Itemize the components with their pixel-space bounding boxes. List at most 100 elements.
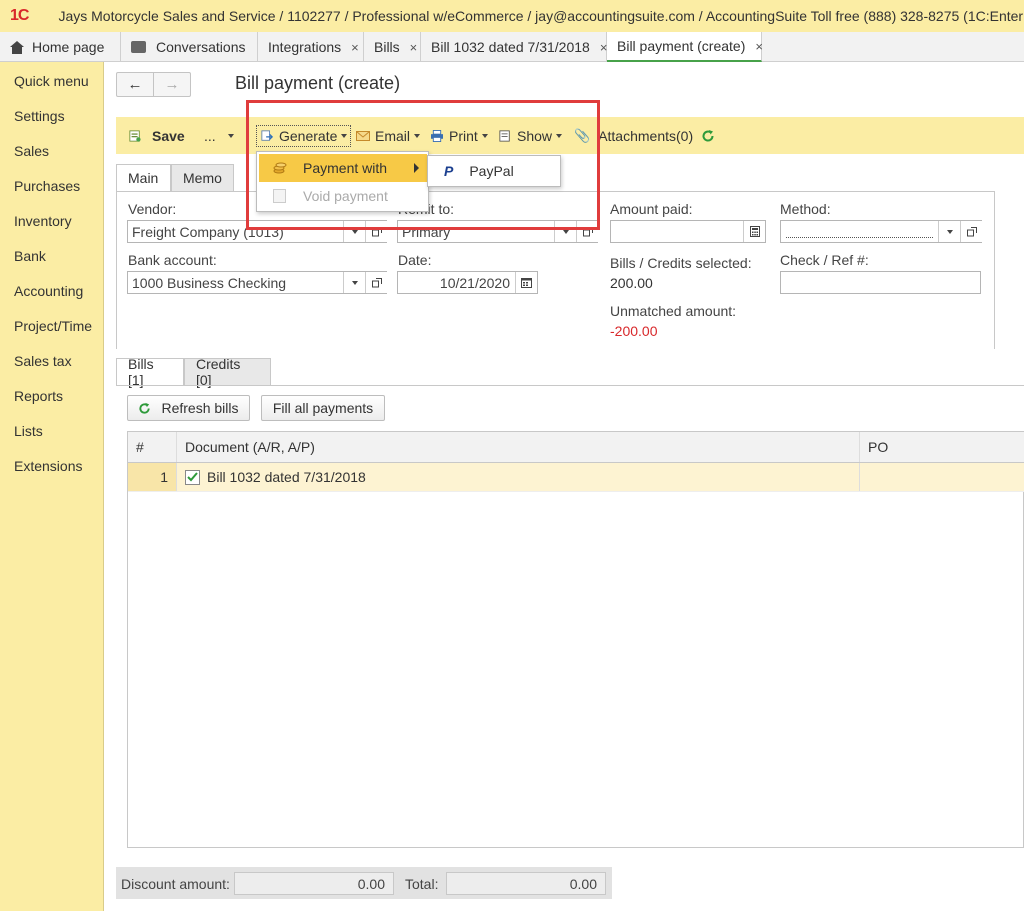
refresh-icon bbox=[702, 129, 714, 142]
open-record-icon[interactable] bbox=[960, 221, 982, 242]
column-header-document[interactable]: Document (A/R, A/P) bbox=[177, 432, 860, 462]
tab-main[interactable]: Main bbox=[116, 164, 171, 191]
tab-bills-list[interactable]: Bills [1] bbox=[116, 356, 184, 388]
print-button[interactable]: Print bbox=[430, 117, 488, 154]
sidebar-item-sales[interactable]: Sales bbox=[0, 134, 103, 169]
unmatched-amount-value: -200.00 bbox=[610, 323, 658, 339]
bank-account-field[interactable]: 1000 Business Checking bbox=[127, 271, 387, 294]
row-document: Bill 1032 dated 7/31/2018 bbox=[207, 469, 366, 485]
sidebar-item-inventory[interactable]: Inventory bbox=[0, 204, 103, 239]
close-tab-icon[interactable]: × bbox=[410, 40, 418, 55]
column-header-number[interactable]: # bbox=[128, 432, 177, 462]
tab-bills[interactable]: Bills × bbox=[364, 32, 421, 62]
tab-bill-payment[interactable]: Bill payment (create) × bbox=[607, 32, 763, 62]
check-ref-field[interactable] bbox=[780, 271, 981, 294]
vendor-field[interactable]: Freight Company (1013) bbox=[127, 220, 387, 243]
row-number: 1 bbox=[128, 463, 177, 491]
calendar-icon[interactable] bbox=[515, 272, 537, 293]
forward-arrow-icon[interactable]: → bbox=[153, 73, 190, 96]
tab-home-page[interactable]: Home page bbox=[0, 32, 121, 62]
home-icon bbox=[10, 40, 24, 54]
total-field: 0.00 bbox=[446, 872, 606, 895]
save-icon bbox=[129, 129, 141, 142]
chevron-down-icon[interactable] bbox=[938, 221, 960, 242]
chevron-down-icon[interactable] bbox=[554, 221, 576, 242]
fill-all-payments-button[interactable]: Fill all payments bbox=[261, 395, 385, 421]
menu-item-void-payment[interactable]: Void payment bbox=[259, 182, 427, 210]
open-tabs-bar: Home page Conversations Integrations × B… bbox=[0, 32, 1024, 62]
sidebar-item-project-time[interactable]: Project/Time bbox=[0, 309, 103, 344]
method-value bbox=[786, 237, 933, 238]
method-field[interactable] bbox=[780, 220, 982, 243]
generate-icon bbox=[261, 130, 274, 141]
amount-paid-field[interactable] bbox=[610, 220, 766, 243]
paperclip-icon: 📎 bbox=[574, 127, 591, 143]
paypal-icon: P bbox=[444, 163, 454, 179]
email-label: Email bbox=[375, 127, 411, 144]
method-label: Method: bbox=[780, 201, 831, 217]
calculator-icon[interactable] bbox=[743, 221, 765, 242]
open-record-icon[interactable] bbox=[365, 221, 387, 242]
menu-item-payment-with[interactable]: Payment with bbox=[259, 154, 427, 182]
chevron-down-icon bbox=[481, 133, 488, 138]
close-tab-icon[interactable]: × bbox=[351, 40, 359, 55]
chevron-down-icon bbox=[556, 133, 563, 138]
tab-label: Bill payment (create) bbox=[617, 38, 746, 54]
sidebar-item-accounting[interactable]: Accounting bbox=[0, 274, 103, 309]
row-checkbox[interactable] bbox=[185, 469, 200, 485]
sidebar-item-sales-tax[interactable]: Sales tax bbox=[0, 344, 103, 379]
save-label: Save bbox=[152, 127, 185, 144]
email-button[interactable]: Email bbox=[356, 117, 421, 154]
tab-memo[interactable]: Memo bbox=[171, 164, 234, 191]
history-navigation: ← → bbox=[116, 72, 191, 97]
sidebar-item-reports[interactable]: Reports bbox=[0, 379, 103, 414]
close-tab-icon[interactable]: × bbox=[755, 39, 763, 54]
app-logo[interactable]: 1С bbox=[10, 7, 29, 25]
sidebar: Quick menu Settings Sales Purchases Inve… bbox=[0, 62, 104, 911]
tab-label: Bills bbox=[374, 39, 400, 55]
coins-icon bbox=[273, 161, 287, 174]
menu-item-paypal[interactable]: PayPal bbox=[469, 163, 513, 179]
more-actions-button[interactable]: ... bbox=[204, 117, 234, 154]
back-arrow-icon[interactable]: ← bbox=[117, 73, 153, 96]
sidebar-item-quick-menu[interactable]: Quick menu bbox=[0, 64, 103, 99]
refresh-bills-label: Refresh bills bbox=[161, 400, 239, 416]
bank-account-value: 1000 Business Checking bbox=[132, 274, 287, 291]
chevron-down-icon[interactable] bbox=[343, 272, 365, 293]
sidebar-item-lists[interactable]: Lists bbox=[0, 414, 103, 449]
generate-button[interactable]: Generate bbox=[256, 125, 352, 147]
tab-integrations[interactable]: Integrations × bbox=[258, 32, 364, 62]
chevron-down-icon bbox=[414, 133, 421, 138]
payment-with-label: Payment with bbox=[303, 160, 388, 176]
unmatched-amount-label: Unmatched amount: bbox=[610, 303, 737, 319]
refresh-bills-button[interactable]: Refresh bills bbox=[127, 395, 250, 421]
page-title: Bill payment (create) bbox=[235, 73, 401, 93]
main-panel bbox=[116, 191, 995, 349]
chevron-down-icon[interactable] bbox=[343, 221, 365, 242]
command-bar: Save ... Generate Email Print Show 📎 Att… bbox=[116, 117, 1024, 154]
sidebar-item-extensions[interactable]: Extensions bbox=[0, 449, 103, 484]
table-header: # Document (A/R, A/P) PO bbox=[128, 432, 1024, 463]
void-document-icon bbox=[273, 189, 286, 203]
table-row[interactable]: 1 Bill 1032 dated 7/31/2018 bbox=[128, 463, 1024, 492]
tab-conversations[interactable]: Conversations bbox=[121, 32, 258, 62]
show-button[interactable]: Show bbox=[498, 117, 563, 154]
sidebar-item-bank[interactable]: Bank bbox=[0, 239, 103, 274]
refresh-button[interactable] bbox=[701, 117, 715, 154]
date-field[interactable]: 10/21/2020 bbox=[397, 271, 538, 294]
open-record-icon[interactable] bbox=[576, 221, 598, 242]
discount-amount-label: Discount amount: bbox=[121, 876, 230, 892]
save-button[interactable]: Save bbox=[128, 117, 185, 154]
tab-bill-1032[interactable]: Bill 1032 dated 7/31/2018 × bbox=[421, 32, 607, 62]
column-header-po[interactable]: PO bbox=[860, 432, 1024, 462]
chevron-down-icon bbox=[227, 133, 234, 138]
open-record-icon[interactable] bbox=[365, 272, 387, 293]
show-label: Show bbox=[517, 127, 553, 144]
sidebar-item-purchases[interactable]: Purchases bbox=[0, 169, 103, 204]
tab-credits-list[interactable]: Credits [0] bbox=[184, 356, 271, 388]
tab-label: Conversations bbox=[156, 39, 246, 55]
sidebar-item-settings[interactable]: Settings bbox=[0, 99, 103, 134]
remit-to-field[interactable]: Primary bbox=[397, 220, 598, 243]
window-title: Jays Motorcycle Sales and Service / 1102… bbox=[58, 8, 1024, 24]
attachments-button[interactable]: 📎 Attachments(0) bbox=[574, 117, 693, 154]
